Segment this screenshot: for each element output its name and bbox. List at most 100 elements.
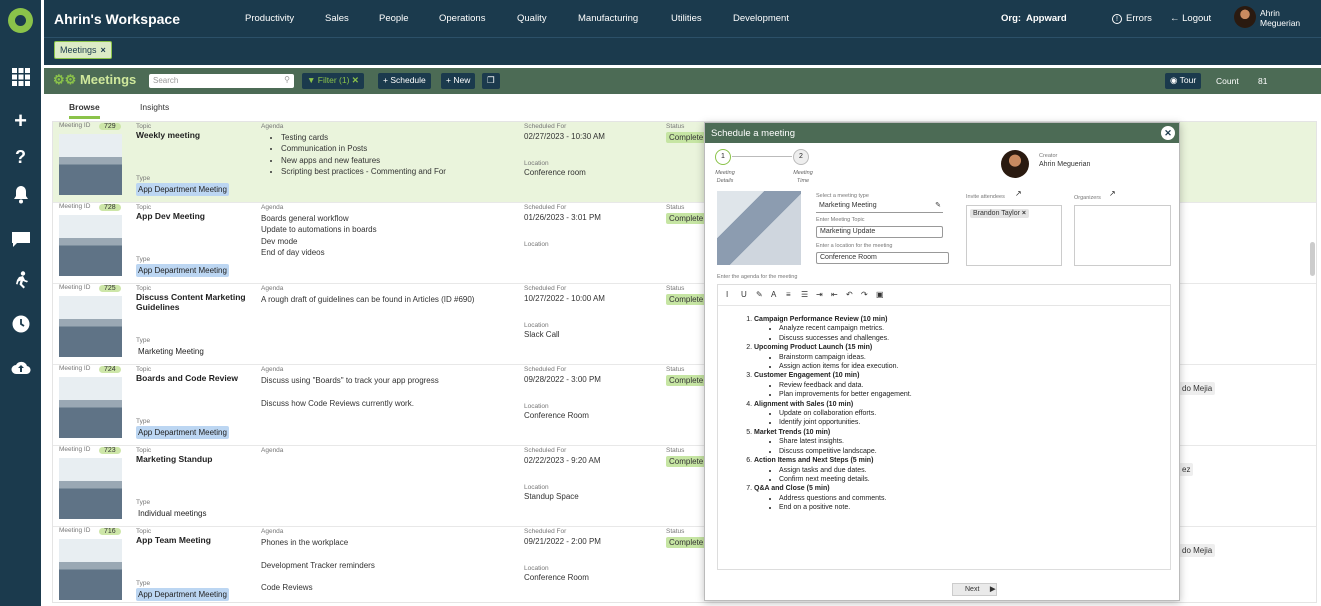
- agenda-bullet: Communication in Posts: [281, 143, 516, 154]
- gears-icon: ⚙⚙: [53, 72, 77, 87]
- meeting-photo: [59, 539, 122, 600]
- nav-quality[interactable]: Quality: [517, 13, 547, 24]
- arrow-left-icon: ←: [1170, 13, 1183, 24]
- table-icon[interactable]: ▣: [876, 290, 884, 299]
- bullet-list-icon[interactable]: ☰: [801, 290, 808, 299]
- scheduled-time: 02/27/2023 - 10:30 AM: [524, 132, 605, 141]
- step-2-indicator[interactable]: 2: [793, 149, 809, 165]
- clear-filter-icon[interactable]: ✕: [352, 75, 359, 85]
- meeting-type-badge: Marketing Meeting: [138, 347, 204, 356]
- agenda-content[interactable]: Campaign Performance Review (10 min)Anal…: [738, 315, 1158, 513]
- cloud-upload-icon[interactable]: [8, 358, 33, 380]
- agenda-line: Dev mode: [261, 236, 298, 246]
- workspace-title[interactable]: Ahrin's Workspace: [54, 11, 180, 27]
- agenda-section-title: Action Items and Next Steps (5 min): [754, 457, 874, 465]
- nav-productivity[interactable]: Productivity: [245, 13, 294, 24]
- organizers-box[interactable]: [1074, 205, 1171, 266]
- user-name[interactable]: Ahrin Meguerian: [1260, 8, 1300, 28]
- meeting-type-select[interactable]: Marketing Meeting ✎: [816, 201, 943, 213]
- topic-label: Topic: [136, 204, 152, 211]
- step-2-label: Meeting Time: [791, 169, 815, 185]
- agenda-line: Discuss using "Boards" to track your app…: [261, 376, 439, 385]
- meeting-photo: [59, 296, 122, 357]
- search-input[interactable]: Search ⚲: [149, 74, 294, 88]
- agenda-item: Share latest insights.: [779, 437, 1158, 446]
- topic-input[interactable]: Marketing Update: [816, 226, 943, 238]
- close-icon[interactable]: ×: [101, 45, 106, 55]
- scheduled-time: 09/28/2022 - 3:00 PM: [524, 375, 601, 384]
- topic-label: Enter Meeting Topic: [816, 217, 865, 223]
- nav-people[interactable]: People: [379, 13, 409, 24]
- chat-icon[interactable]: [8, 231, 33, 253]
- help-icon[interactable]: ?: [8, 146, 33, 168]
- redo-icon[interactable]: ↷: [861, 290, 868, 299]
- font-color-icon[interactable]: A: [771, 290, 776, 299]
- scheduled-label: Scheduled For: [524, 528, 567, 535]
- attendees-box[interactable]: Brandon Taylor ×: [966, 205, 1062, 266]
- italic-icon[interactable]: I: [726, 290, 728, 299]
- scrollbar[interactable]: [1310, 242, 1315, 276]
- attendee-chip[interactable]: Brandon Taylor ×: [970, 209, 1030, 218]
- meeting-type-badge: App Department Meeting: [136, 264, 229, 277]
- meeting-topic[interactable]: Discuss Content Marketing Guidelines: [136, 292, 246, 312]
- tour-button[interactable]: ◉ Tour: [1165, 73, 1202, 89]
- meeting-id-label: Meeting ID: [59, 122, 91, 129]
- search-icon: ⚲: [284, 75, 290, 84]
- user-avatar[interactable]: [1234, 6, 1256, 28]
- next-button[interactable]: Next ▶: [952, 583, 997, 596]
- errors-label: Errors: [1126, 13, 1152, 24]
- outdent-icon[interactable]: ⇤: [831, 290, 838, 299]
- agenda-items: Assign tasks and due dates.Confirm next …: [779, 466, 1158, 485]
- errors-button[interactable]: ! Errors: [1112, 13, 1152, 24]
- meetings-tag[interactable]: Meetings ×: [54, 41, 112, 59]
- apps-icon[interactable]: [8, 68, 33, 90]
- meeting-topic[interactable]: App Team Meeting: [136, 535, 246, 545]
- status-badge: Complete: [666, 537, 707, 548]
- status-label: Status: [666, 447, 685, 454]
- status-badge: Complete: [666, 456, 707, 467]
- org-selector[interactable]: Org: Appward: [1001, 13, 1067, 24]
- open-external-icon[interactable]: ↗: [1109, 189, 1116, 198]
- info-icon: !: [1112, 14, 1122, 24]
- add-icon[interactable]: +: [8, 110, 33, 132]
- appward-logo[interactable]: [8, 8, 33, 33]
- run-icon[interactable]: [8, 271, 33, 293]
- meeting-topic[interactable]: Boards and Code Review: [136, 373, 246, 383]
- status-label: Status: [666, 204, 685, 211]
- tab-browse[interactable]: Browse: [69, 102, 100, 119]
- agenda-editor[interactable]: I U ✎ A ≡ ☰ ⇥ ⇤ ↶ ↷ ▣ Campaign Performance Review …: [717, 284, 1171, 570]
- nav-sales[interactable]: Sales: [325, 13, 349, 24]
- nav-operations[interactable]: Operations: [439, 13, 485, 24]
- step-1-indicator[interactable]: 1: [715, 149, 731, 165]
- underline-icon[interactable]: U: [741, 290, 747, 299]
- highlight-icon[interactable]: ✎: [756, 290, 763, 299]
- undo-icon[interactable]: ↶: [846, 290, 853, 299]
- location-input[interactable]: Conference Room: [816, 252, 949, 264]
- filter-button[interactable]: ▼ Filter (1) ✕: [302, 73, 364, 89]
- meeting-type-label: Select a meeting type: [816, 193, 869, 199]
- tour-label: Tour: [1179, 75, 1197, 85]
- bell-icon[interactable]: [8, 186, 33, 208]
- meeting-topic[interactable]: Weekly meeting: [136, 130, 246, 140]
- type-label: Type: [136, 256, 151, 263]
- close-icon[interactable]: ✕: [1161, 126, 1175, 140]
- meeting-topic[interactable]: App Dev Meeting: [136, 211, 246, 221]
- agenda-item: Review feedback and data.: [779, 381, 1158, 390]
- meeting-topic[interactable]: Marketing Standup: [136, 454, 246, 464]
- scheduled-time: 01/26/2023 - 3:01 PM: [524, 213, 601, 222]
- logout-button[interactable]: ← Logout: [1170, 13, 1211, 24]
- open-external-icon[interactable]: ↗: [1015, 189, 1022, 198]
- nav-manufacturing[interactable]: Manufacturing: [578, 13, 638, 24]
- schedule-button[interactable]: + Schedule: [378, 73, 431, 89]
- remove-attendee-icon[interactable]: ×: [1022, 210, 1026, 217]
- copy-icon[interactable]: ❐: [482, 73, 500, 89]
- align-icon[interactable]: ≡: [786, 290, 791, 299]
- indent-icon[interactable]: ⇥: [816, 290, 823, 299]
- new-button[interactable]: + New: [441, 73, 476, 89]
- agenda-line: End of day videos: [261, 247, 325, 257]
- nav-development[interactable]: Development: [733, 13, 789, 24]
- edit-icon[interactable]: ✎: [935, 201, 941, 209]
- clock-icon[interactable]: [8, 315, 33, 337]
- nav-utilities[interactable]: Utilities: [671, 13, 702, 24]
- tab-insights[interactable]: Insights: [140, 102, 169, 112]
